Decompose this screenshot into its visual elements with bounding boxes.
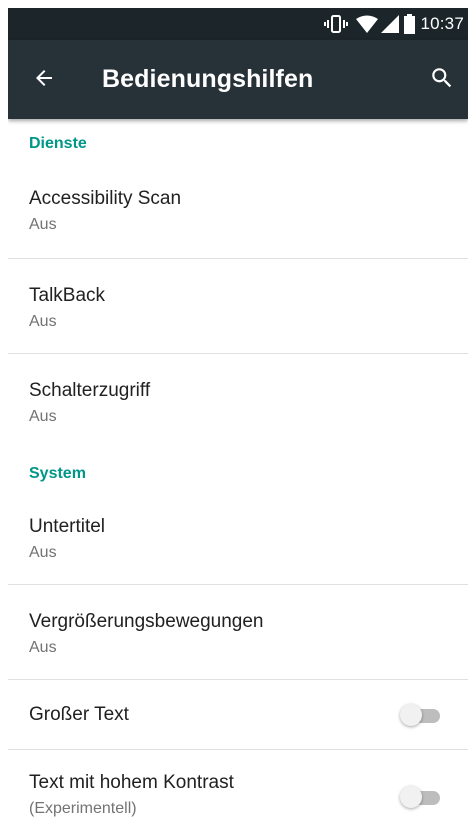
- list-item-grosser-text[interactable]: Großer Text: [8, 680, 468, 750]
- list-item-talkback[interactable]: TalkBack Aus: [8, 259, 468, 354]
- back-button[interactable]: [22, 58, 66, 102]
- item-title: Untertitel: [29, 516, 106, 537]
- status-icons: 10:37: [324, 8, 464, 40]
- vibrate-icon: [324, 14, 349, 34]
- list-item-vergroesserungsbewegungen[interactable]: Vergrößerungsbewegungen Aus: [8, 585, 468, 680]
- toggle-thumb: [400, 704, 422, 726]
- section-header-system: System: [29, 465, 86, 482]
- item-title: Großer Text: [29, 703, 129, 725]
- wifi-icon: [356, 15, 379, 33]
- screen: 10:37 Bedienungshilfen Dienste Accessibi…: [8, 8, 468, 828]
- item-summary: Aus: [29, 408, 57, 425]
- item-title: TalkBack: [29, 285, 106, 306]
- item-summary: Aus: [29, 313, 57, 330]
- arrow-back-icon: [32, 66, 56, 95]
- list-item-schalterzugriff[interactable]: Schalterzugriff Aus: [8, 354, 468, 449]
- grosser-text-toggle[interactable]: [400, 704, 440, 726]
- item-title: Accessibility Scan: [29, 188, 182, 209]
- signal-icon: [381, 15, 400, 33]
- section-header-dienste: Dienste: [29, 135, 87, 152]
- search-icon: [429, 65, 455, 96]
- list-item-text-hoher-kontrast[interactable]: Text mit hohem Kontrast (Experimentell): [8, 750, 468, 828]
- item-summary: Aus: [29, 639, 57, 656]
- settings-list: Dienste Accessibility Scan Aus TalkBack …: [8, 119, 468, 828]
- list-item-untertitel[interactable]: Untertitel Aus: [8, 492, 468, 585]
- item-summary: Aus: [29, 216, 57, 233]
- item-title: Vergrößerungsbewegungen: [29, 611, 264, 632]
- battery-icon: [404, 14, 416, 34]
- status-bar: 10:37: [8, 8, 468, 40]
- item-summary: Aus: [29, 544, 57, 561]
- toggle-thumb: [400, 786, 422, 808]
- page-title: Bedienungshilfen: [102, 65, 314, 93]
- hoher-kontrast-toggle[interactable]: [400, 786, 440, 808]
- search-button[interactable]: [420, 58, 464, 102]
- app-bar: Bedienungshilfen: [8, 40, 468, 119]
- item-title: Schalterzugriff: [29, 380, 151, 401]
- status-time: 10:37: [420, 14, 464, 33]
- list-item-accessibility-scan[interactable]: Accessibility Scan Aus: [8, 162, 468, 259]
